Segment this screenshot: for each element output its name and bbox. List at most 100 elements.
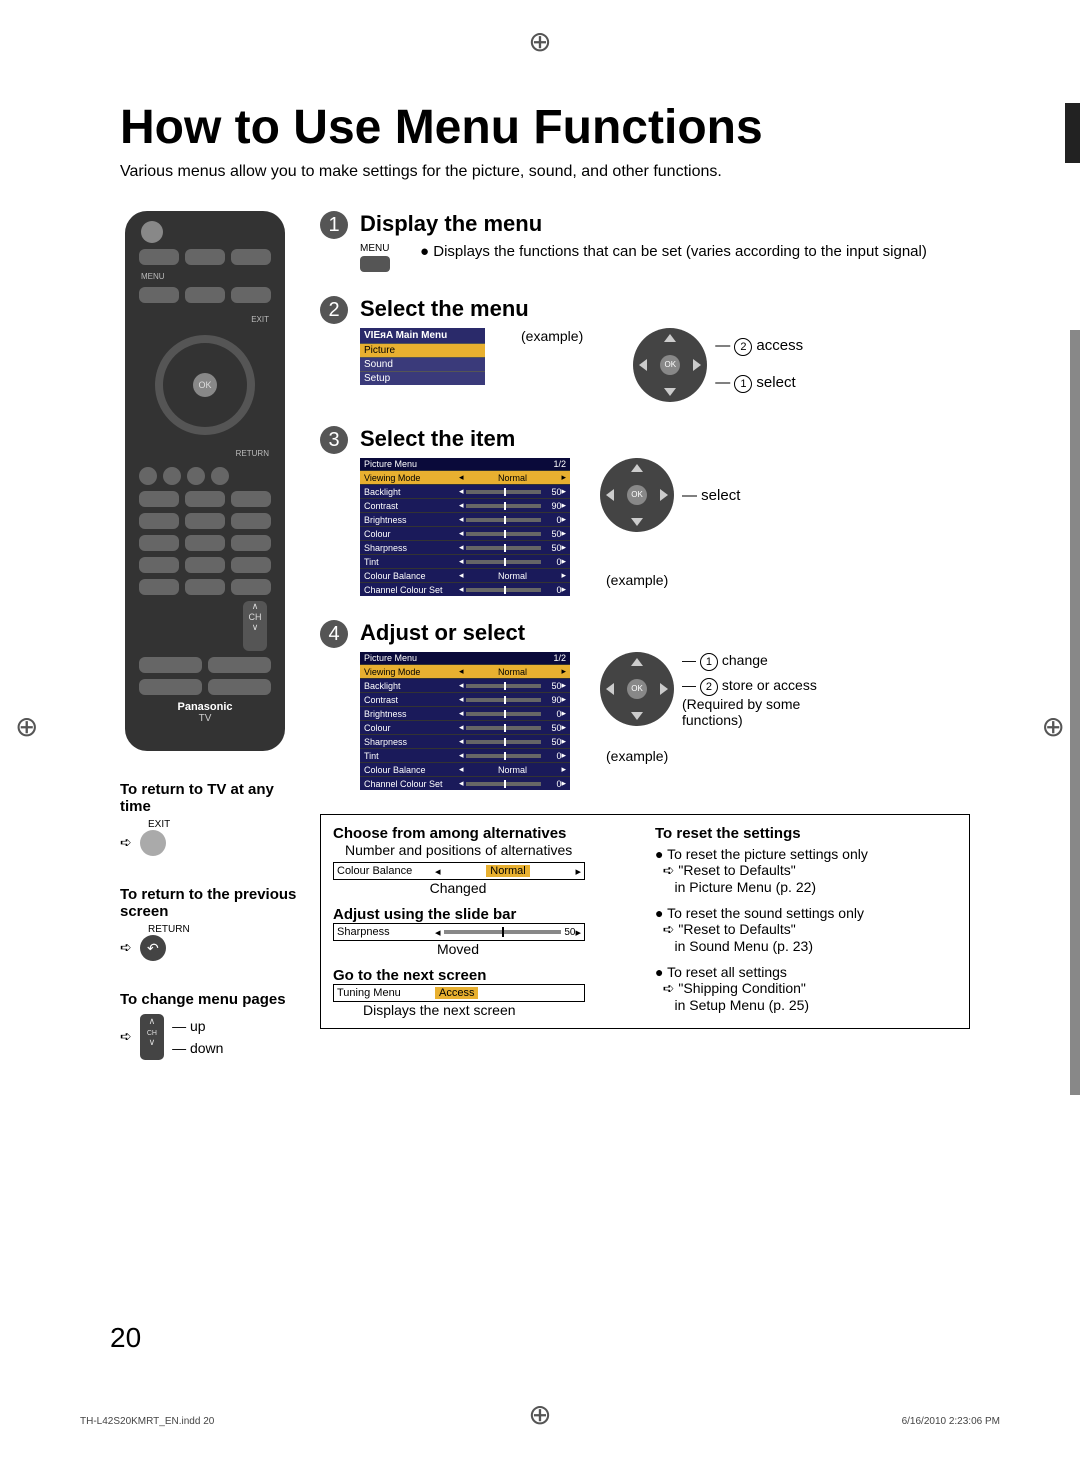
page-indicator: 1/2 xyxy=(553,653,566,663)
side-change-pages-heading: To change menu pages xyxy=(120,991,300,1008)
info-box: Choose from among alternatives Number an… xyxy=(320,814,970,1029)
circled-1: 1 xyxy=(700,653,718,671)
remote-control-illustration: MENU EXIT OK RETURN ∧CH∨ Panasonic TV xyxy=(125,211,285,751)
return-button-icon: ↶ xyxy=(140,935,166,961)
osd-row: Tint◂0▸ xyxy=(360,748,570,762)
osd-row: Colour◂50▸ xyxy=(360,526,570,540)
osd-row: Contrast◂90▸ xyxy=(360,498,570,512)
osd-row: Backlight◂50▸ xyxy=(360,678,570,692)
example-label: (example) xyxy=(521,328,583,344)
remote-tv-label: TV xyxy=(135,713,275,724)
ch-rocker-icon: ∧CH∨ xyxy=(140,1014,164,1060)
moved-caption: Moved xyxy=(333,941,583,957)
step-number-3: 3 xyxy=(320,426,348,454)
arrow-icon: ➪ xyxy=(120,939,132,956)
circled-2: 2 xyxy=(700,678,718,696)
nav-dpad-icon: OK xyxy=(600,458,674,532)
osd-row: Sharpness◂50▸ xyxy=(360,734,570,748)
osd-row: Brightness◂0▸ xyxy=(360,706,570,720)
remote-exit-label: EXIT xyxy=(251,315,269,324)
change-label: change xyxy=(722,652,768,668)
reset-picture: ● To reset the picture settings only ➪ "… xyxy=(655,846,957,895)
picture-menu-osd: Picture Menu 1/2 Viewing Mode◂ Normal ▸Ba… xyxy=(360,458,570,596)
nav-dpad-icon: OK xyxy=(600,652,674,726)
exit-label: EXIT xyxy=(148,819,300,830)
arrow-icon: ➪ xyxy=(120,1028,132,1045)
next-screen-caption: Displays the next screen xyxy=(363,1002,635,1018)
page-number: 20 xyxy=(110,1322,141,1354)
nav-dpad-icon: OK xyxy=(633,328,707,402)
colour-balance-row: Colour Balance ◂ Normal ▸ xyxy=(333,862,585,880)
reset-settings-heading: To reset the settings xyxy=(655,825,801,842)
side-return-tv-heading: To return to TV at any time xyxy=(120,781,300,815)
ok-icon: OK xyxy=(627,485,647,505)
step-number-4: 4 xyxy=(320,620,348,648)
osd-row: Channel Colour Set◂0▸ xyxy=(360,582,570,596)
sharpness-row: Sharpness ◂50▸ xyxy=(333,923,585,941)
picture-menu-header: Picture Menu xyxy=(364,653,417,663)
remote-ch-rocker: ∧CH∨ xyxy=(243,601,267,651)
page-edge-bar xyxy=(1070,330,1080,1095)
arrow-icon: ➪ xyxy=(120,834,132,851)
menu-button-label: MENU xyxy=(360,243,390,254)
step3-title: Select the item xyxy=(360,426,970,452)
registration-mark-right: ⊕ xyxy=(1042,710,1065,743)
osd-row: Contrast◂90▸ xyxy=(360,692,570,706)
osd-row: Channel Colour Set◂0▸ xyxy=(360,776,570,790)
down-label: down xyxy=(190,1040,223,1056)
picture-menu-osd-2: Picture Menu 1/2 Viewing Mode◂ Normal ▸Ba… xyxy=(360,652,570,790)
osd-row: Tint◂0▸ xyxy=(360,554,570,568)
page-indicator: 1/2 xyxy=(553,459,566,469)
page-edge-tab xyxy=(1065,103,1080,163)
step4-title: Adjust or select xyxy=(360,620,970,646)
example-label: (example) xyxy=(606,748,852,764)
registration-mark-bottom: ⊕ xyxy=(528,1398,551,1431)
adjust-slide-heading: Adjust using the slide bar xyxy=(333,906,635,923)
access-label: access xyxy=(756,337,803,354)
main-menu-header: VIEᴙA Main Menu xyxy=(360,328,485,343)
menu-item-picture: Picture xyxy=(360,343,485,357)
picture-menu-header: Picture Menu xyxy=(364,459,417,469)
intro-text: Various menus allow you to make settings… xyxy=(120,163,970,181)
select-label: select xyxy=(756,374,795,391)
osd-row: Viewing Mode◂ Normal ▸ xyxy=(360,470,570,484)
main-menu-osd: VIEᴙA Main Menu Picture Sound Setup xyxy=(360,328,485,385)
footer-timestamp: 6/16/2010 2:23:06 PM xyxy=(902,1416,1000,1427)
registration-mark-top: ⊕ xyxy=(528,25,551,58)
circled-1: 1 xyxy=(734,375,752,393)
changed-caption: Changed xyxy=(333,880,583,896)
alternatives-desc: Number and positions of alternatives xyxy=(345,842,635,858)
remote-return-label: RETURN xyxy=(236,449,269,458)
remote-brand: Panasonic xyxy=(135,701,275,713)
menu-button-icon xyxy=(360,256,390,272)
step1-desc: ● Displays the functions that can be set… xyxy=(420,243,927,260)
osd-row: Colour Balance◂ Normal ▸ xyxy=(360,568,570,582)
step-number-1: 1 xyxy=(320,211,348,239)
choose-alternatives-heading: Choose from among alternatives xyxy=(333,825,566,842)
remote-menu-label: MENU xyxy=(141,272,165,281)
reset-sound: ● To reset the sound settings only ➪ "Re… xyxy=(655,905,957,954)
return-label: RETURN xyxy=(148,924,300,935)
side-return-prev-heading: To return to the previous screen xyxy=(120,886,300,920)
remote-ok-button: OK xyxy=(193,373,217,397)
step-number-2: 2 xyxy=(320,296,348,324)
registration-mark-left: ⊕ xyxy=(15,710,38,743)
next-screen-heading: Go to the next screen xyxy=(333,967,635,984)
footer-filename: TH-L42S20KMRT_EN.indd 20 xyxy=(80,1416,214,1427)
step2-title: Select the menu xyxy=(360,296,970,322)
menu-item-sound: Sound xyxy=(360,357,485,371)
step1-title: Display the menu xyxy=(360,211,970,237)
page-title: How to Use Menu Functions xyxy=(120,100,970,155)
up-label: up xyxy=(190,1018,206,1034)
menu-item-setup: Setup xyxy=(360,371,485,385)
osd-row: Viewing Mode◂ Normal ▸ xyxy=(360,664,570,678)
ok-icon: OK xyxy=(627,679,647,699)
exit-button-icon xyxy=(140,830,166,856)
tuning-menu-row: Tuning Menu Access xyxy=(333,984,585,1002)
circled-2: 2 xyxy=(734,338,752,356)
osd-row: Brightness◂0▸ xyxy=(360,512,570,526)
osd-row: Colour◂50▸ xyxy=(360,720,570,734)
osd-row: Backlight◂50▸ xyxy=(360,484,570,498)
reset-all: ● To reset all settings ➪ "Shipping Cond… xyxy=(655,964,957,1013)
example-label: (example) xyxy=(606,572,740,588)
